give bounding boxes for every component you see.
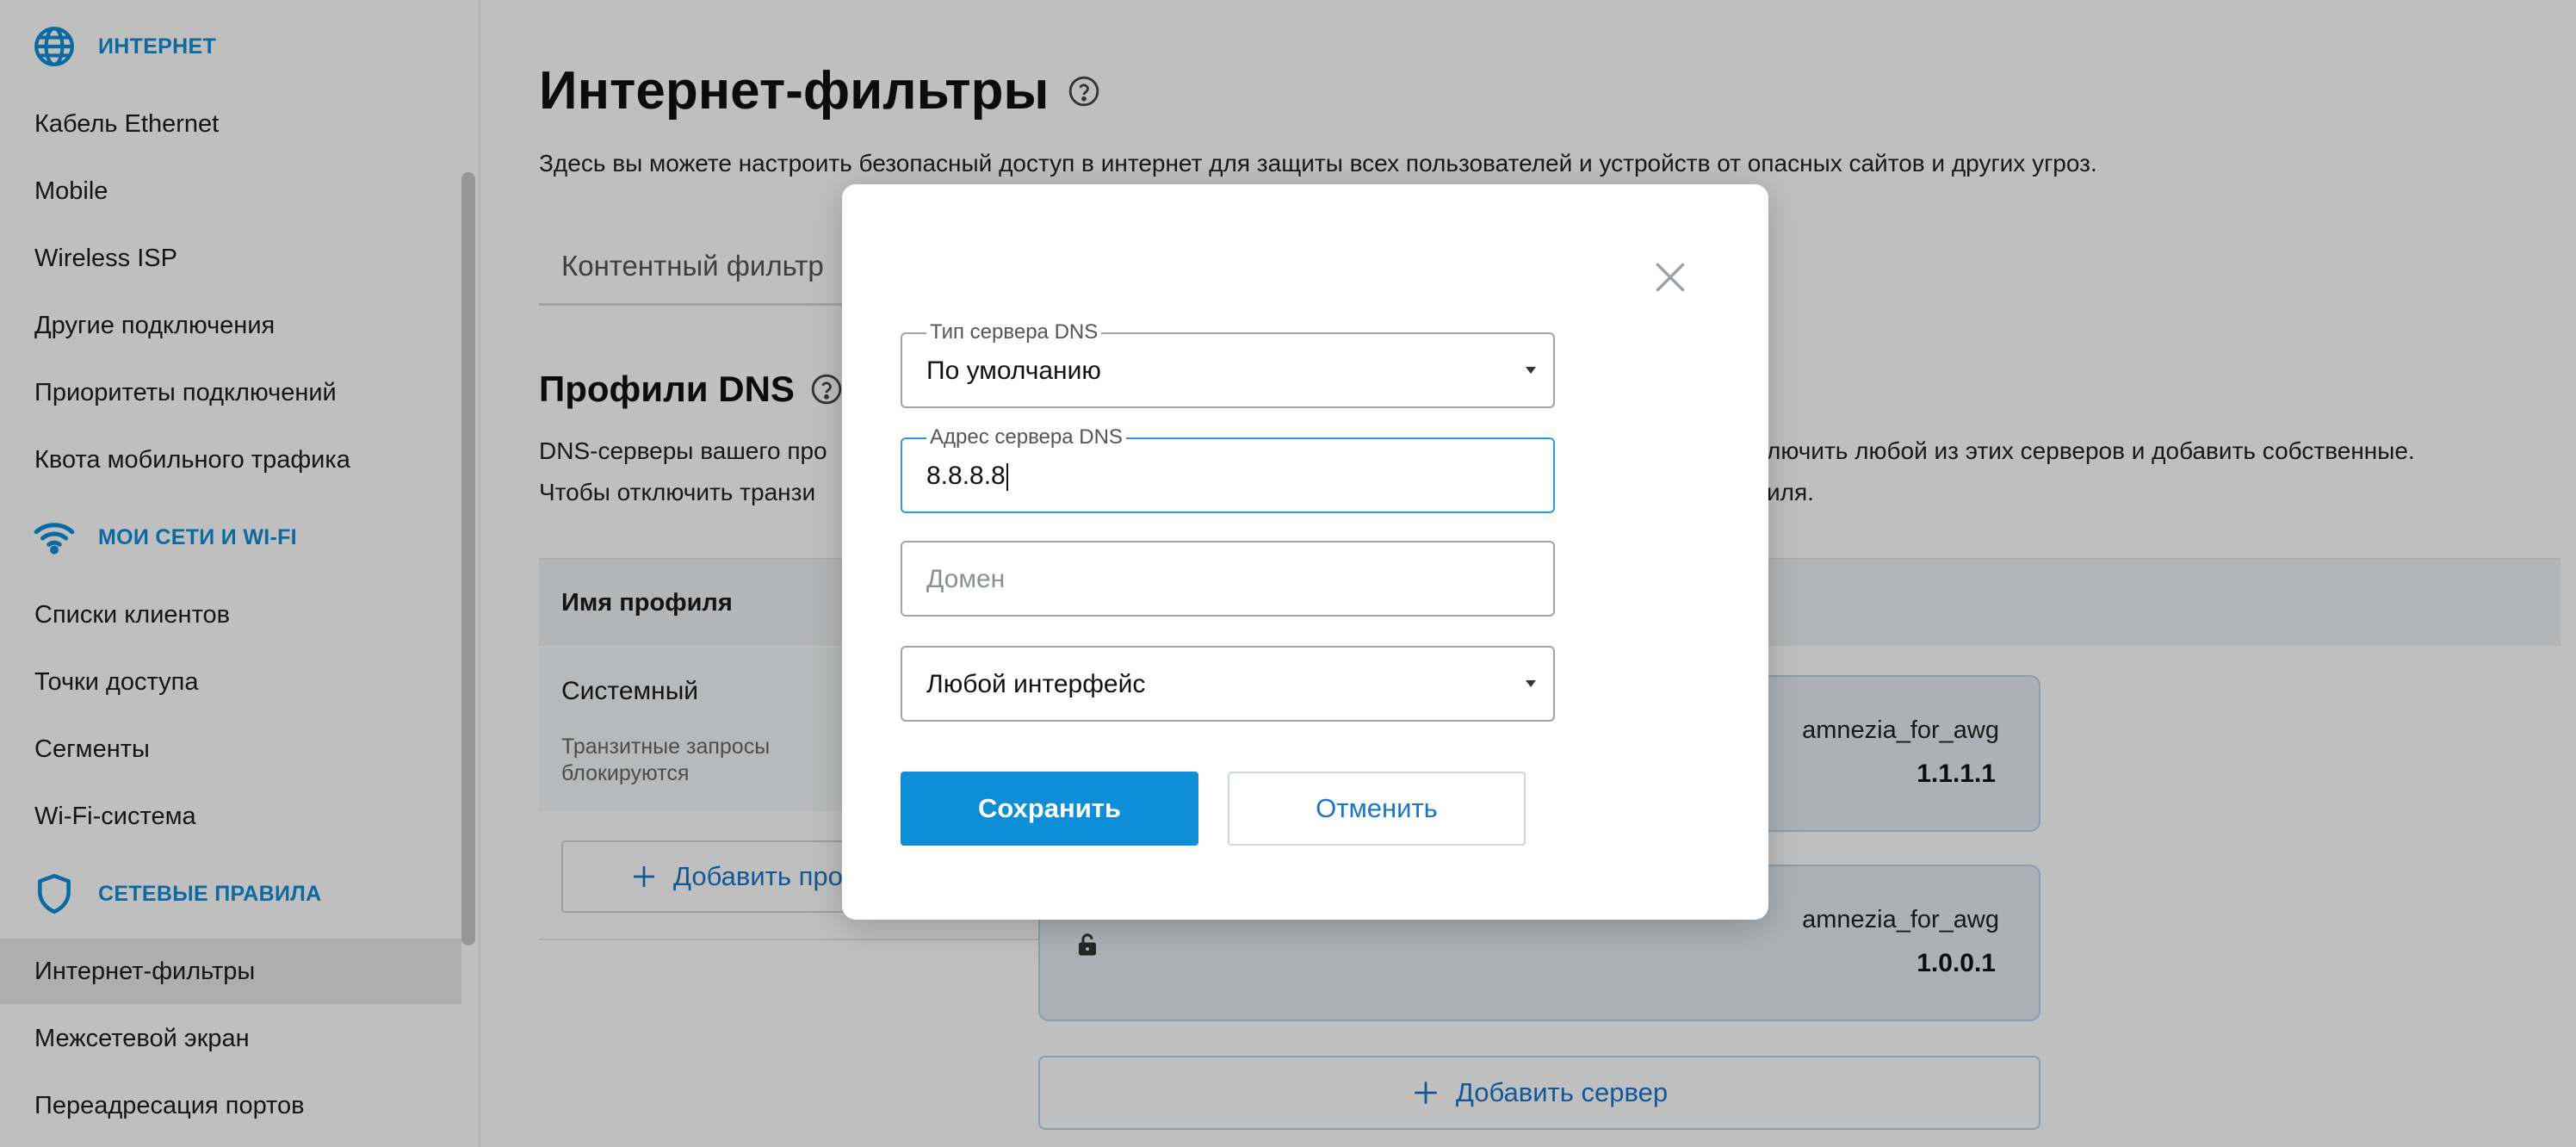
dns-type-value: По умолчанию (926, 356, 1101, 385)
dns-address-value: 8.8.8.8 (926, 462, 1008, 492)
dns-address-label: Адрес сервера DNS (926, 426, 1126, 449)
dns-address-input[interactable]: Адрес сервера DNS 8.8.8.8 (901, 426, 1555, 513)
dropdown-arrow-icon (1526, 367, 1536, 374)
cancel-button[interactable]: Отменить (1228, 772, 1526, 846)
dns-server-dialog: Тип сервера DNS По умолчанию Адрес серве… (842, 184, 1768, 920)
close-icon[interactable] (1651, 258, 1689, 296)
dropdown-arrow-icon (1526, 680, 1536, 687)
interface-select[interactable]: Любой интерфейс (901, 646, 1555, 722)
interface-value: Любой интерфейс (926, 670, 1146, 698)
domain-placeholder: Домен (926, 565, 1006, 593)
domain-input[interactable]: Домен (901, 541, 1555, 617)
save-button[interactable]: Сохранить (901, 772, 1198, 846)
text-cursor (1006, 463, 1008, 492)
dns-address-text: 8.8.8.8 (926, 462, 1006, 490)
dns-type-select[interactable]: Тип сервера DNS По умолчанию (901, 321, 1555, 408)
dns-type-label: Тип сервера DNS (926, 321, 1102, 344)
